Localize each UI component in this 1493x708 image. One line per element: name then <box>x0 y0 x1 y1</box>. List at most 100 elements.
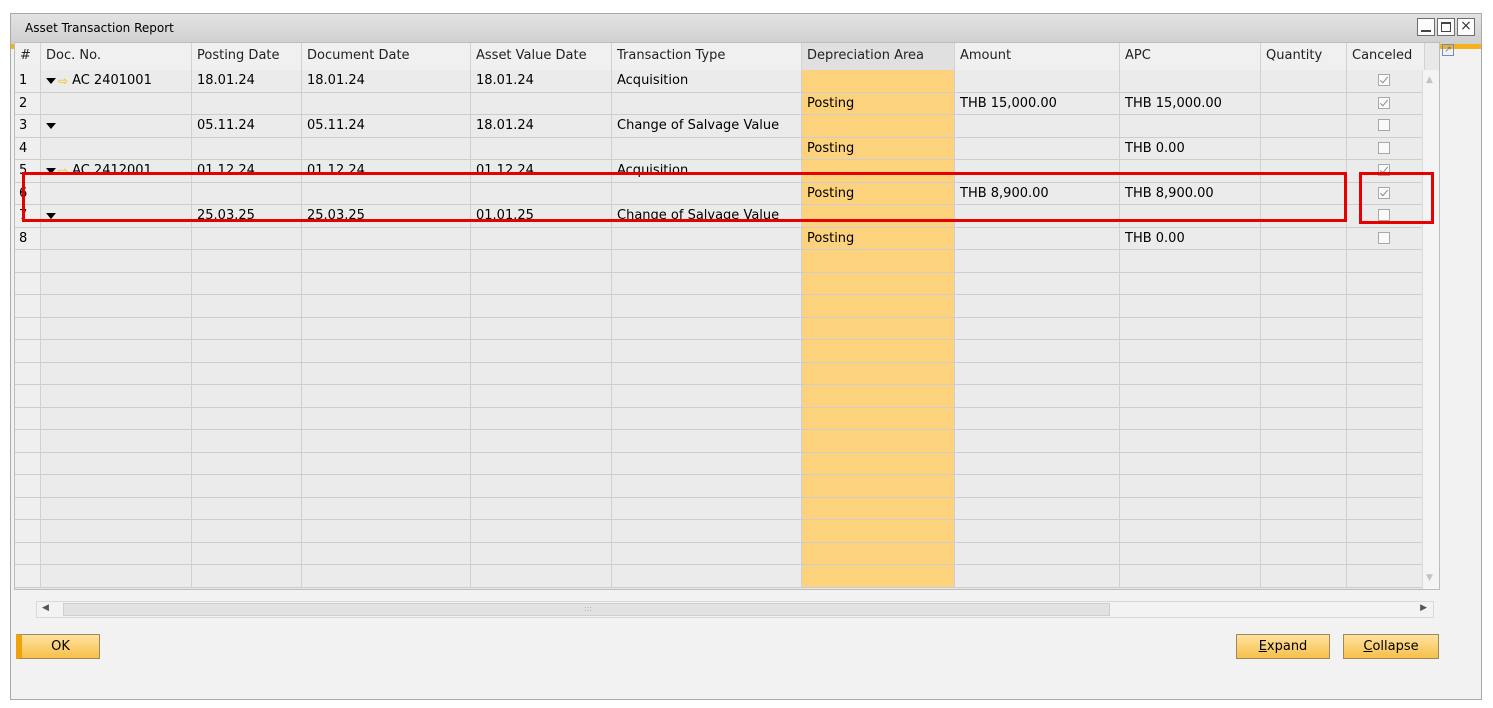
cell-posting[interactable]: 05.11.24 <box>192 115 302 137</box>
cell-posting[interactable] <box>192 497 302 519</box>
cell-amount[interactable] <box>955 272 1120 294</box>
cell-num[interactable] <box>15 452 41 474</box>
link-arrow-icon[interactable]: ⇨ <box>58 74 68 88</box>
cell-ttype[interactable] <box>612 520 802 542</box>
cell-document[interactable] <box>302 295 471 317</box>
cell-posting[interactable] <box>192 407 302 429</box>
cell-amount[interactable] <box>955 70 1120 92</box>
cell-deparea[interactable] <box>802 160 955 182</box>
scroll-up-icon[interactable]: ▲ <box>1426 75 1433 85</box>
link-arrow-icon[interactable]: ⇨ <box>58 164 68 178</box>
cell-document[interactable] <box>302 520 471 542</box>
cell-doc[interactable] <box>41 565 192 587</box>
cell-ttype[interactable]: Change of Salvage Value <box>612 205 802 227</box>
cell-amount[interactable] <box>955 565 1120 587</box>
cell-amount[interactable] <box>955 205 1120 227</box>
cell-document[interactable] <box>302 182 471 204</box>
cell-ttype[interactable] <box>612 385 802 407</box>
cell-ttype[interactable] <box>612 182 802 204</box>
cell-amount[interactable] <box>955 520 1120 542</box>
cell-num[interactable] <box>15 272 41 294</box>
canceled-checkbox[interactable] <box>1378 74 1390 86</box>
cell-canceled[interactable] <box>1347 317 1425 339</box>
cell-qty[interactable] <box>1261 205 1347 227</box>
cell-amount[interactable] <box>955 407 1120 429</box>
cell-canceled[interactable] <box>1347 250 1425 272</box>
cell-doc[interactable] <box>41 92 192 114</box>
cell-canceled[interactable] <box>1347 452 1425 474</box>
cell-posting[interactable] <box>192 565 302 587</box>
cell-posting[interactable] <box>192 317 302 339</box>
cell-ttype[interactable] <box>612 430 802 452</box>
cell-apc[interactable] <box>1120 520 1261 542</box>
cell-doc[interactable] <box>41 497 192 519</box>
canceled-checkbox[interactable] <box>1378 231 1390 244</box>
cell-qty[interactable] <box>1261 497 1347 519</box>
cell-deparea[interactable] <box>802 475 955 497</box>
cell-document[interactable] <box>302 227 471 249</box>
cell-doc[interactable] <box>41 385 192 407</box>
column-header-canceled[interactable]: Canceled <box>1347 43 1425 70</box>
table-row[interactable] <box>15 385 1425 408</box>
cell-canceled[interactable] <box>1347 115 1425 137</box>
cell-deparea[interactable] <box>802 295 955 317</box>
cell-doc[interactable] <box>41 407 192 429</box>
cell-posting[interactable] <box>192 475 302 497</box>
cell-amount[interactable] <box>955 542 1120 564</box>
table-row[interactable]: 4 Posting THB 0.00 <box>15 137 1425 160</box>
cell-canceled[interactable] <box>1347 497 1425 519</box>
cell-amount[interactable] <box>955 227 1120 249</box>
expand-triangle-icon[interactable] <box>46 122 56 129</box>
cell-apc[interactable] <box>1120 362 1261 384</box>
cell-document[interactable]: 25.03.25 <box>302 205 471 227</box>
cell-assetvalue[interactable]: 01.12.24 <box>471 160 612 182</box>
cell-document[interactable] <box>302 565 471 587</box>
scroll-right-icon[interactable]: ▶ <box>1420 603 1427 613</box>
cell-deparea[interactable] <box>802 565 955 587</box>
cell-amount[interactable] <box>955 430 1120 452</box>
cell-assetvalue[interactable] <box>471 137 612 159</box>
cell-ttype[interactable]: Change of Salvage Value <box>612 115 802 137</box>
cell-assetvalue[interactable] <box>471 542 612 564</box>
cell-deparea[interactable] <box>802 520 955 542</box>
table-row[interactable] <box>15 475 1425 498</box>
cell-amount[interactable] <box>955 115 1120 137</box>
cell-qty[interactable] <box>1261 542 1347 564</box>
cell-ttype[interactable] <box>612 475 802 497</box>
cell-posting[interactable] <box>192 250 302 272</box>
cell-assetvalue[interactable] <box>471 182 612 204</box>
cell-canceled[interactable] <box>1347 475 1425 497</box>
cell-ttype[interactable]: Acquisition <box>612 70 802 92</box>
cell-apc[interactable] <box>1120 497 1261 519</box>
cell-deparea[interactable] <box>802 430 955 452</box>
cell-doc[interactable] <box>41 272 192 294</box>
cell-amount[interactable] <box>955 385 1120 407</box>
cell-num[interactable]: 8 <box>15 227 41 249</box>
cell-qty[interactable] <box>1261 137 1347 159</box>
canceled-checkbox[interactable] <box>1378 141 1390 154</box>
cell-ttype[interactable] <box>612 227 802 249</box>
cell-canceled[interactable] <box>1347 565 1425 587</box>
column-header-assetvalue[interactable]: Asset Value Date <box>471 43 612 70</box>
cell-document[interactable] <box>302 137 471 159</box>
cell-doc[interactable] <box>41 115 192 137</box>
scroll-left-icon[interactable]: ◀ <box>42 603 49 613</box>
cell-canceled[interactable] <box>1347 227 1425 249</box>
cell-amount[interactable] <box>955 340 1120 362</box>
cell-canceled[interactable] <box>1347 340 1425 362</box>
cell-canceled[interactable] <box>1347 137 1425 159</box>
cell-num[interactable]: 7 <box>15 205 41 227</box>
cell-posting[interactable] <box>192 272 302 294</box>
cell-canceled[interactable] <box>1347 407 1425 429</box>
cell-num[interactable] <box>15 407 41 429</box>
canceled-checkbox[interactable] <box>1378 96 1390 109</box>
canceled-checkbox[interactable] <box>1378 164 1390 176</box>
cell-apc[interactable] <box>1120 542 1261 564</box>
cell-document[interactable] <box>302 362 471 384</box>
cell-deparea[interactable] <box>802 340 955 362</box>
cell-num[interactable]: 4 <box>15 137 41 159</box>
cell-document[interactable] <box>302 92 471 114</box>
table-row[interactable] <box>15 295 1425 318</box>
cell-num[interactable] <box>15 340 41 362</box>
column-header-amount[interactable]: Amount <box>955 43 1120 70</box>
